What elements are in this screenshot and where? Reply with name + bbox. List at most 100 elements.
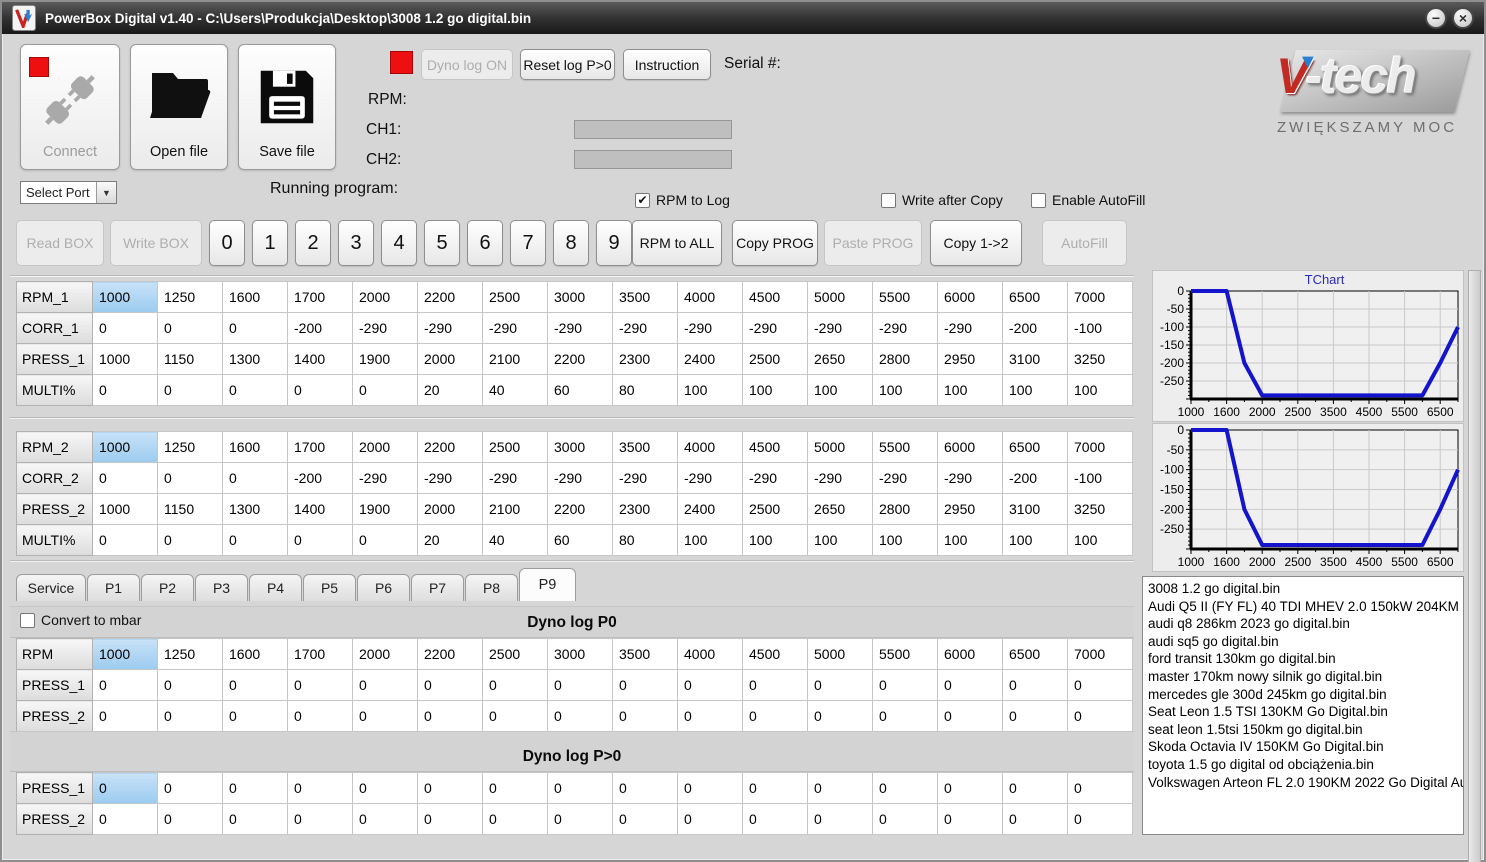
grid-cell[interactable]: 0 xyxy=(92,462,158,494)
grid-cell[interactable]: 100 xyxy=(937,374,1003,406)
grid-cell[interactable]: 1150 xyxy=(157,493,223,525)
grid-cell[interactable]: 6500 xyxy=(1002,638,1068,670)
grid-cell[interactable]: 0 xyxy=(547,772,613,804)
grid-cell[interactable]: 0 xyxy=(937,700,1003,732)
grid-cell[interactable]: 0 xyxy=(742,803,808,835)
grid-cell[interactable]: 2950 xyxy=(937,493,1003,525)
grid-cell[interactable]: 0 xyxy=(1067,772,1133,804)
grid-cell[interactable]: 2300 xyxy=(612,343,678,375)
grid-cell[interactable]: -290 xyxy=(807,462,873,494)
file-list-item[interactable]: audi sq5 go digital.bin xyxy=(1148,633,1458,651)
grid-cell[interactable]: 40 xyxy=(482,374,548,406)
grid-cell[interactable]: 0 xyxy=(677,669,743,701)
grid-cell[interactable]: 0 xyxy=(352,374,418,406)
digit-button-9[interactable]: 9 xyxy=(596,220,632,266)
grid-cell[interactable]: -200 xyxy=(287,462,353,494)
grid-cell[interactable]: 6500 xyxy=(1002,281,1068,313)
grid-cell[interactable]: 2200 xyxy=(547,493,613,525)
grid-cell[interactable]: 0 xyxy=(352,700,418,732)
grid-cell[interactable]: 0 xyxy=(157,803,223,835)
grid-cell[interactable]: 1700 xyxy=(287,431,353,463)
grid-cell[interactable]: 0 xyxy=(1002,700,1068,732)
grid-cell[interactable]: 6500 xyxy=(1002,431,1068,463)
grid-cell[interactable]: 1250 xyxy=(157,431,223,463)
grid-cell[interactable]: 0 xyxy=(157,462,223,494)
copy-prog-button[interactable]: Copy PROG xyxy=(732,220,818,266)
chevron-down-icon[interactable]: ▼ xyxy=(96,182,116,203)
grid-cell[interactable]: 0 xyxy=(612,803,678,835)
grid-cell[interactable]: 0 xyxy=(807,772,873,804)
grid-cell[interactable]: -290 xyxy=(417,312,483,344)
grid-cell[interactable]: 1900 xyxy=(352,343,418,375)
grid-cell[interactable]: 0 xyxy=(92,374,158,406)
grid-cell[interactable]: 0 xyxy=(807,669,873,701)
grid-cell[interactable]: 3100 xyxy=(1002,343,1068,375)
grid-cell[interactable]: 100 xyxy=(872,524,938,556)
file-list-item[interactable]: Volkswagen Arteon FL 2.0 190KM 2022 Go D… xyxy=(1148,774,1463,792)
tab-p5[interactable]: P5 xyxy=(303,574,356,601)
grid-cell[interactable]: -290 xyxy=(872,462,938,494)
grid-cell[interactable]: 1600 xyxy=(222,431,288,463)
grid-cell[interactable]: 0 xyxy=(352,803,418,835)
grid-cell[interactable]: 0 xyxy=(417,700,483,732)
grid-cell[interactable]: 0 xyxy=(222,772,288,804)
grid-cell[interactable]: 1600 xyxy=(222,281,288,313)
tab-p8[interactable]: P8 xyxy=(465,574,518,601)
file-list-item[interactable]: audi q8 286km 2023 go digital.bin xyxy=(1148,615,1458,633)
grid-cell[interactable]: 6000 xyxy=(937,638,1003,670)
grid-cell[interactable]: 3250 xyxy=(1067,493,1133,525)
grid-cell[interactable]: 0 xyxy=(612,772,678,804)
grid-cell[interactable]: 0 xyxy=(157,524,223,556)
grid-cell[interactable]: 80 xyxy=(612,374,678,406)
grid-cell[interactable]: 0 xyxy=(417,803,483,835)
grid-cell[interactable]: 20 xyxy=(417,524,483,556)
digit-button-1[interactable]: 1 xyxy=(252,220,288,266)
grid-cell[interactable]: 0 xyxy=(352,524,418,556)
grid-cell[interactable]: 0 xyxy=(92,700,158,732)
grid-cell[interactable]: -290 xyxy=(937,462,1003,494)
grid-cell[interactable]: 0 xyxy=(742,700,808,732)
grid-cell[interactable]: -290 xyxy=(547,462,613,494)
grid-cell[interactable]: -290 xyxy=(872,312,938,344)
digit-button-7[interactable]: 7 xyxy=(510,220,546,266)
grid-cell[interactable]: 0 xyxy=(872,700,938,732)
grid-cell[interactable]: 4500 xyxy=(742,431,808,463)
grid-cell[interactable]: -290 xyxy=(937,312,1003,344)
save-file-button[interactable]: Save file xyxy=(238,44,336,170)
grid-cell[interactable]: 1400 xyxy=(287,343,353,375)
grid-cell[interactable]: 0 xyxy=(547,700,613,732)
grid-cell[interactable]: 3000 xyxy=(547,281,613,313)
grid-cell[interactable]: 0 xyxy=(937,803,1003,835)
grid-cell[interactable]: 100 xyxy=(807,524,873,556)
grid-cell[interactable]: -200 xyxy=(1002,462,1068,494)
grid-cell[interactable]: 40 xyxy=(482,524,548,556)
grid-cell[interactable]: 0 xyxy=(1002,669,1068,701)
grid-cell[interactable]: 100 xyxy=(1067,374,1133,406)
grid-cell[interactable]: 0 xyxy=(157,772,223,804)
grid-cell[interactable]: 2500 xyxy=(482,638,548,670)
grid-cell[interactable]: 0 xyxy=(547,803,613,835)
grid-cell[interactable]: 0 xyxy=(287,374,353,406)
grid-cell[interactable]: 0 xyxy=(352,772,418,804)
grid-cell[interactable]: 7000 xyxy=(1067,431,1133,463)
grid-cell[interactable]: 0 xyxy=(222,803,288,835)
file-list-item[interactable]: seat leon 1.5tsi 150km go digital.bin xyxy=(1148,721,1458,739)
grid-cell[interactable]: 2400 xyxy=(677,493,743,525)
grid-cell[interactable]: 0 xyxy=(742,772,808,804)
digit-button-4[interactable]: 4 xyxy=(381,220,417,266)
grid-cell[interactable]: 100 xyxy=(677,374,743,406)
write-after-copy-checkbox[interactable]: Write after Copy xyxy=(881,192,1003,208)
grid-cell[interactable]: 1250 xyxy=(157,281,223,313)
tab-p4[interactable]: P4 xyxy=(249,574,302,601)
grid-cell[interactable]: 100 xyxy=(677,524,743,556)
grid-cell[interactable]: 2500 xyxy=(482,431,548,463)
grid-cell[interactable]: 2950 xyxy=(937,343,1003,375)
grid-cell[interactable]: 1600 xyxy=(222,638,288,670)
grid-cell[interactable]: 2200 xyxy=(547,343,613,375)
grid-cell[interactable]: 6000 xyxy=(937,281,1003,313)
grid-cell[interactable]: 0 xyxy=(677,772,743,804)
grid-cell[interactable]: 3000 xyxy=(547,638,613,670)
file-list-item[interactable]: Skoda Octavia IV 150KM Go Digital.bin xyxy=(1148,738,1458,756)
grid-cell[interactable]: 0 xyxy=(612,700,678,732)
grid-cell[interactable]: 1400 xyxy=(287,493,353,525)
